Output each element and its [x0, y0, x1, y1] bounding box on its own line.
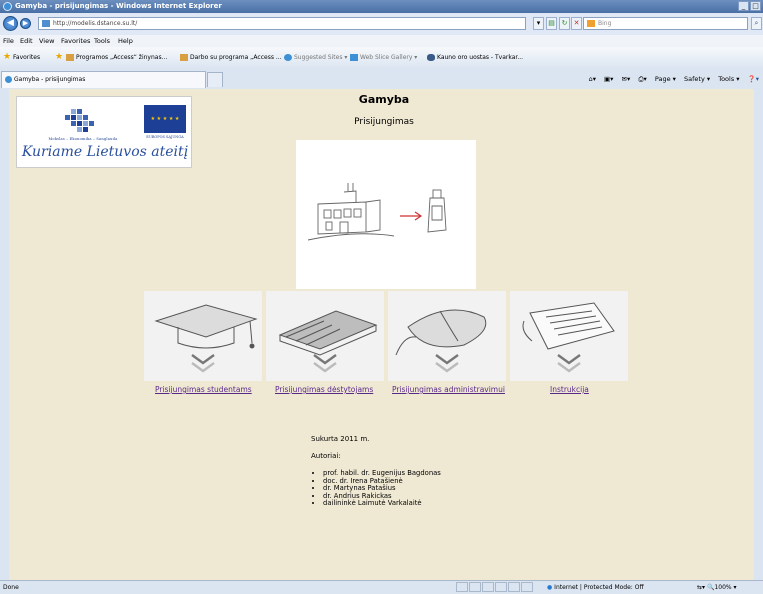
author-item: dailininkė Laimutė Varkalaitė — [323, 499, 441, 508]
page-subtitle: Prisijungimas — [354, 117, 414, 127]
lecturer-card[interactable] — [266, 291, 384, 381]
maximize-icon[interactable]: □ — [750, 1, 761, 11]
hero-illustration — [296, 140, 476, 289]
eu-label: EUROPOS SĄJUNGA — [146, 135, 184, 139]
book-icon — [278, 310, 378, 373]
tab-gamyba[interactable]: Gamyba - prisijungimas — [1, 71, 206, 88]
menu-view[interactable]: View — [39, 37, 54, 45]
created-year: Sukurta 2011 m. — [311, 435, 370, 443]
security-zone[interactable]: ● Internet | Protected Mode: Off — [547, 584, 644, 591]
menu-help[interactable]: Help — [118, 37, 133, 45]
page-menu[interactable]: Page ▾ — [655, 75, 676, 83]
forward-icon[interactable]: ▶ — [20, 18, 31, 29]
minimize-icon[interactable]: _ — [738, 1, 749, 11]
logo-slogan-small: Mokslas – Ekonomika – Sanglauda — [48, 137, 118, 141]
link-instructions[interactable]: Instrukcija — [550, 385, 589, 394]
menu-edit[interactable]: Edit — [20, 37, 33, 45]
graduation-cap-icon — [154, 304, 258, 373]
address-toolbar: ◀ ▶ http://modelis.dstance.su.lt/ ▾ ▤ ↻ … — [0, 13, 763, 35]
ie-icon — [284, 54, 292, 61]
compatibility-icon[interactable]: ▤ — [546, 17, 557, 30]
bing-icon — [587, 20, 595, 27]
page-icon — [42, 20, 50, 27]
role-cards — [144, 291, 629, 381]
access-icon — [66, 54, 74, 61]
window-titlebar: Gamyba - prisijungimas - Windows Interne… — [0, 0, 763, 13]
status-text: Done — [3, 584, 19, 591]
ie-logo-icon — [3, 2, 12, 11]
stop-icon[interactable]: ✕ — [571, 17, 582, 30]
command-bar: ⌂▾ ▣▾ ✉▾ ⎙▾ Page ▾ Safety ▾ Tools ▾ ❓▾ — [583, 75, 759, 84]
help-icon[interactable]: ❓▾ — [748, 75, 759, 83]
lithuania-mosaic-icon — [65, 109, 94, 132]
suggested-sites[interactable]: Suggested Sites ▾ — [284, 54, 347, 61]
student-card[interactable] — [144, 291, 262, 381]
dropdown-icon[interactable]: ▾ — [533, 17, 544, 30]
globe-icon: ● — [547, 584, 553, 591]
status-cells — [456, 582, 533, 592]
left-gutter — [0, 89, 9, 580]
refresh-icon[interactable]: ↻ — [559, 17, 570, 30]
safety-menu[interactable]: Safety ▾ — [684, 75, 710, 83]
favorites-button[interactable]: ★ Favorites — [3, 52, 40, 62]
link-students[interactable]: Prisijungimas studentams — [155, 385, 252, 394]
document-icon — [522, 302, 615, 373]
web-slice-icon — [350, 54, 358, 61]
new-tab-button[interactable] — [207, 72, 223, 87]
protected-mode-icon: ⇆▾ — [697, 584, 706, 591]
search-icon[interactable]: ⌕ — [751, 17, 762, 30]
add-favorite-icon[interactable]: ★ — [55, 52, 63, 62]
web-slice-gallery[interactable]: Web Slice Gallery ▾ — [350, 54, 417, 61]
access-icon — [180, 54, 188, 61]
info-block: Sukurta 2011 m. Autoriai: — [311, 435, 369, 460]
tab-strip: Gamyba - prisijungimas ⌂▾ ▣▾ ✉▾ ⎙▾ Page … — [0, 68, 763, 90]
back-icon[interactable]: ◀ — [3, 16, 18, 31]
star-icon: ★ — [3, 52, 12, 62]
menu-file[interactable]: File — [3, 37, 14, 45]
instructions-card[interactable] — [510, 291, 628, 381]
home-icon[interactable]: ⌂▾ — [589, 75, 596, 83]
tools-menu[interactable]: Tools ▾ — [718, 75, 739, 83]
authors-list: prof. habil. dr. Eugenijus Bagdonas doc.… — [313, 469, 441, 508]
address-input[interactable]: http://modelis.dstance.su.lt/ — [38, 17, 526, 30]
eu-stars-icon: ★ ★ ★ ★ ★ — [150, 116, 180, 122]
building-to-usb-drawing — [307, 183, 447, 241]
computer-mouse-icon — [395, 309, 487, 373]
mail-icon[interactable]: ✉▾ — [622, 75, 631, 83]
zoom-control[interactable]: ⇆▾ 🔍100% ▾ — [697, 584, 737, 591]
page-content: ★ ★ ★ ★ ★ EUROPOS SĄJUNGA Mokslas – Ekon… — [9, 89, 754, 580]
logo-slogan: Kuriame Lietuvos ateitį — [21, 144, 189, 160]
favorite-link-1[interactable]: Programos „Access“ žinynas... — [66, 54, 167, 61]
ie-page-icon — [5, 76, 12, 83]
window-title: Gamyba - prisijungimas - Windows Interne… — [15, 2, 222, 10]
eu-funds-logo: ★ ★ ★ ★ ★ EUROPOS SĄJUNGA Mokslas – Ekon… — [16, 96, 192, 168]
link-lecturers[interactable]: Prisijungimas dėstytojams — [275, 385, 373, 394]
airplane-icon — [427, 54, 435, 61]
favorite-link-kauno[interactable]: Kauno oro uostas - Tvarkar... — [427, 54, 523, 61]
menu-bar: File Edit View Favorites Tools Help — [0, 35, 763, 47]
favorites-bar: ★ Favorites ★ Programos „Access“ žinynas… — [0, 47, 763, 69]
feeds-icon[interactable]: ▣▾ — [604, 75, 613, 83]
favorite-link-2[interactable]: Darbo su programa „Access ... — [180, 54, 282, 61]
vertical-scrollbar[interactable] — [754, 89, 763, 580]
link-admin[interactable]: Prisijungimas administravimui — [392, 385, 505, 394]
status-bar: Done ● Internet | Protected Mode: Off ⇆▾… — [0, 580, 763, 594]
print-icon[interactable]: ⎙▾ — [638, 75, 646, 83]
page-title: Gamyba — [358, 93, 410, 106]
menu-favorites[interactable]: Favorites — [61, 37, 90, 45]
admin-card[interactable] — [388, 291, 506, 381]
authors-label: Autoriai: — [311, 452, 341, 460]
menu-tools[interactable]: Tools — [94, 37, 110, 45]
search-input[interactable]: Bing — [583, 17, 748, 30]
